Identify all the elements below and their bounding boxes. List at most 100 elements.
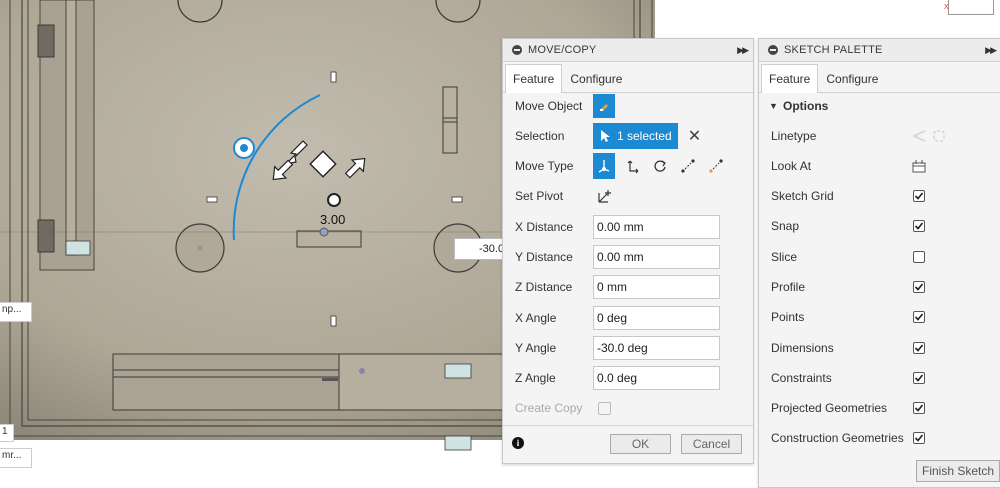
create-copy-row: Create Copy bbox=[503, 394, 753, 422]
move-copy-header[interactable]: MOVE/COPY ▶▶ bbox=[503, 39, 753, 62]
sketch-grid-label: Sketch Grid bbox=[771, 189, 834, 203]
snap-label: Snap bbox=[771, 219, 800, 234]
move-copy-footer: i OK Cancel bbox=[503, 425, 753, 463]
checkmark-icon bbox=[914, 222, 924, 230]
move-object-type-button[interactable] bbox=[593, 94, 615, 118]
y-distance-input[interactable]: 0.00 mm bbox=[593, 245, 720, 269]
tab-feature[interactable]: Feature bbox=[761, 64, 819, 93]
sketch-palette-title: SKETCH PALETTE bbox=[784, 44, 883, 56]
checkmark-icon bbox=[914, 283, 924, 291]
left-tag-2[interactable]: 1 bbox=[0, 424, 14, 442]
selection-button[interactable]: 1 selected bbox=[593, 123, 678, 149]
expand-icon[interactable]: ▶▶ bbox=[737, 45, 749, 56]
constraints-checkbox[interactable] bbox=[913, 371, 925, 384]
look-at-label: Look At bbox=[771, 159, 812, 173]
options-caret-icon: ▼ bbox=[769, 101, 778, 111]
move-copy-panel: MOVE/COPY ▶▶ Feature Configure Move Obje… bbox=[502, 38, 754, 464]
create-copy-label: Create Copy bbox=[515, 401, 583, 415]
tab-configure[interactable]: Configure bbox=[562, 64, 630, 92]
points-label: Points bbox=[771, 310, 805, 325]
z-angle-label: Z Angle bbox=[515, 371, 556, 385]
selection-label: Selection bbox=[515, 129, 565, 143]
points-row: Points bbox=[759, 303, 1000, 331]
constraints-row: Constraints bbox=[759, 364, 1000, 392]
projected-geometries-checkbox[interactable] bbox=[913, 402, 925, 415]
x-angle-input[interactable]: 0 deg bbox=[593, 306, 720, 330]
set-pivot-row: Set Pivot bbox=[503, 182, 753, 210]
dimensions-row: Dimensions bbox=[759, 334, 1000, 362]
left-tag-1[interactable]: np... bbox=[0, 302, 32, 322]
construction-geometries-checkbox[interactable] bbox=[913, 432, 925, 445]
angle-input-value: -30.0 bbox=[479, 243, 504, 255]
x-distance-label: X Distance bbox=[515, 220, 574, 234]
x-distance-input[interactable]: 0.00 mm bbox=[593, 215, 720, 239]
x-distance-row: X Distance 0.00 mm bbox=[503, 213, 753, 241]
profile-label: Profile bbox=[771, 279, 806, 294]
dimensions-checkbox[interactable] bbox=[913, 341, 925, 354]
construction-geometries-label: Construction Geometries bbox=[771, 431, 904, 446]
move-type-row: Move Type bbox=[503, 152, 753, 180]
profile-checkbox[interactable] bbox=[913, 280, 925, 293]
move-object-row: Move Object bbox=[503, 92, 753, 120]
linetype-label: Linetype bbox=[771, 129, 817, 143]
y-angle-row: Y Angle -30.0 deg bbox=[503, 334, 753, 362]
viewcube[interactable] bbox=[948, 0, 994, 15]
look-at-icon[interactable] bbox=[912, 159, 926, 173]
z-distance-row: Z Distance 0 mm bbox=[503, 273, 753, 301]
sketch-palette-panel: SKETCH PALETTE ▶▶ Feature Configure ▼ Op… bbox=[758, 38, 1000, 488]
tab-configure[interactable]: Configure bbox=[818, 64, 886, 92]
free-move-icon[interactable] bbox=[593, 153, 615, 179]
projected-geometries-label: Projected Geometries bbox=[771, 401, 888, 416]
angle-input-partial[interactable]: -30.0 bbox=[454, 238, 504, 260]
left-tag-3[interactable]: mr... bbox=[0, 448, 32, 468]
tab-feature[interactable]: Feature bbox=[505, 64, 563, 93]
translate-icon[interactable] bbox=[621, 153, 643, 179]
collapse-icon[interactable] bbox=[512, 45, 522, 55]
centerline-linetype-icon[interactable] bbox=[931, 128, 947, 144]
z-angle-row: Z Angle 0.0 deg bbox=[503, 364, 753, 392]
x-angle-row: X Angle 0 deg bbox=[503, 304, 753, 332]
sketch-palette-header[interactable]: SKETCH PALETTE ▶▶ bbox=[759, 39, 1000, 62]
constraints-label: Constraints bbox=[771, 370, 832, 385]
dimension-label[interactable]: 3.00 bbox=[320, 212, 345, 227]
snap-checkbox[interactable] bbox=[913, 220, 925, 233]
checkmark-icon bbox=[914, 343, 924, 352]
checkmark-icon bbox=[914, 404, 924, 412]
finish-sketch-button[interactable]: Finish Sketch bbox=[916, 460, 1000, 482]
expand-icon[interactable]: ▶▶ bbox=[985, 45, 997, 56]
construction-linetype-icon[interactable] bbox=[911, 128, 927, 144]
move-object-label: Move Object bbox=[515, 99, 583, 113]
move-type-label: Move Type bbox=[515, 159, 574, 173]
selection-row: Selection 1 selected ✕ bbox=[503, 122, 753, 150]
point-to-position-icon[interactable] bbox=[705, 153, 727, 179]
dimensions-label: Dimensions bbox=[771, 340, 834, 355]
info-icon[interactable]: i bbox=[512, 437, 524, 449]
linetype-row: Linetype bbox=[759, 122, 1000, 150]
create-copy-checkbox[interactable] bbox=[598, 401, 611, 415]
point-to-point-icon[interactable] bbox=[677, 153, 699, 179]
checkmark-icon bbox=[914, 313, 924, 321]
checkmark-icon bbox=[914, 192, 924, 200]
slice-checkbox[interactable] bbox=[913, 250, 925, 263]
sketch-grid-checkbox[interactable] bbox=[913, 190, 925, 202]
pivot-point bbox=[327, 193, 341, 207]
ok-button[interactable]: OK bbox=[610, 434, 671, 454]
z-distance-input[interactable]: 0 mm bbox=[593, 275, 720, 299]
slice-row: Slice bbox=[759, 243, 1000, 271]
y-angle-label: Y Angle bbox=[515, 341, 557, 355]
clear-selection-icon[interactable]: ✕ bbox=[688, 126, 701, 146]
projected-geometries-row: Projected Geometries bbox=[759, 394, 1000, 422]
collapse-icon[interactable] bbox=[768, 45, 778, 55]
z-angle-input[interactable]: 0.0 deg bbox=[593, 366, 720, 390]
body-select-icon bbox=[600, 104, 608, 111]
rotate-icon[interactable] bbox=[649, 153, 671, 179]
set-pivot-icon[interactable] bbox=[597, 188, 613, 204]
x-angle-label: X Angle bbox=[515, 311, 557, 325]
move-copy-title: MOVE/COPY bbox=[528, 44, 597, 56]
look-at-row: Look At bbox=[759, 152, 1000, 180]
y-angle-input[interactable]: -30.0 deg bbox=[593, 336, 720, 360]
options-section-header[interactable]: ▼ Options bbox=[759, 92, 1000, 120]
points-checkbox[interactable] bbox=[913, 311, 925, 324]
cancel-button[interactable]: Cancel bbox=[681, 434, 742, 454]
cursor-icon bbox=[601, 130, 610, 142]
